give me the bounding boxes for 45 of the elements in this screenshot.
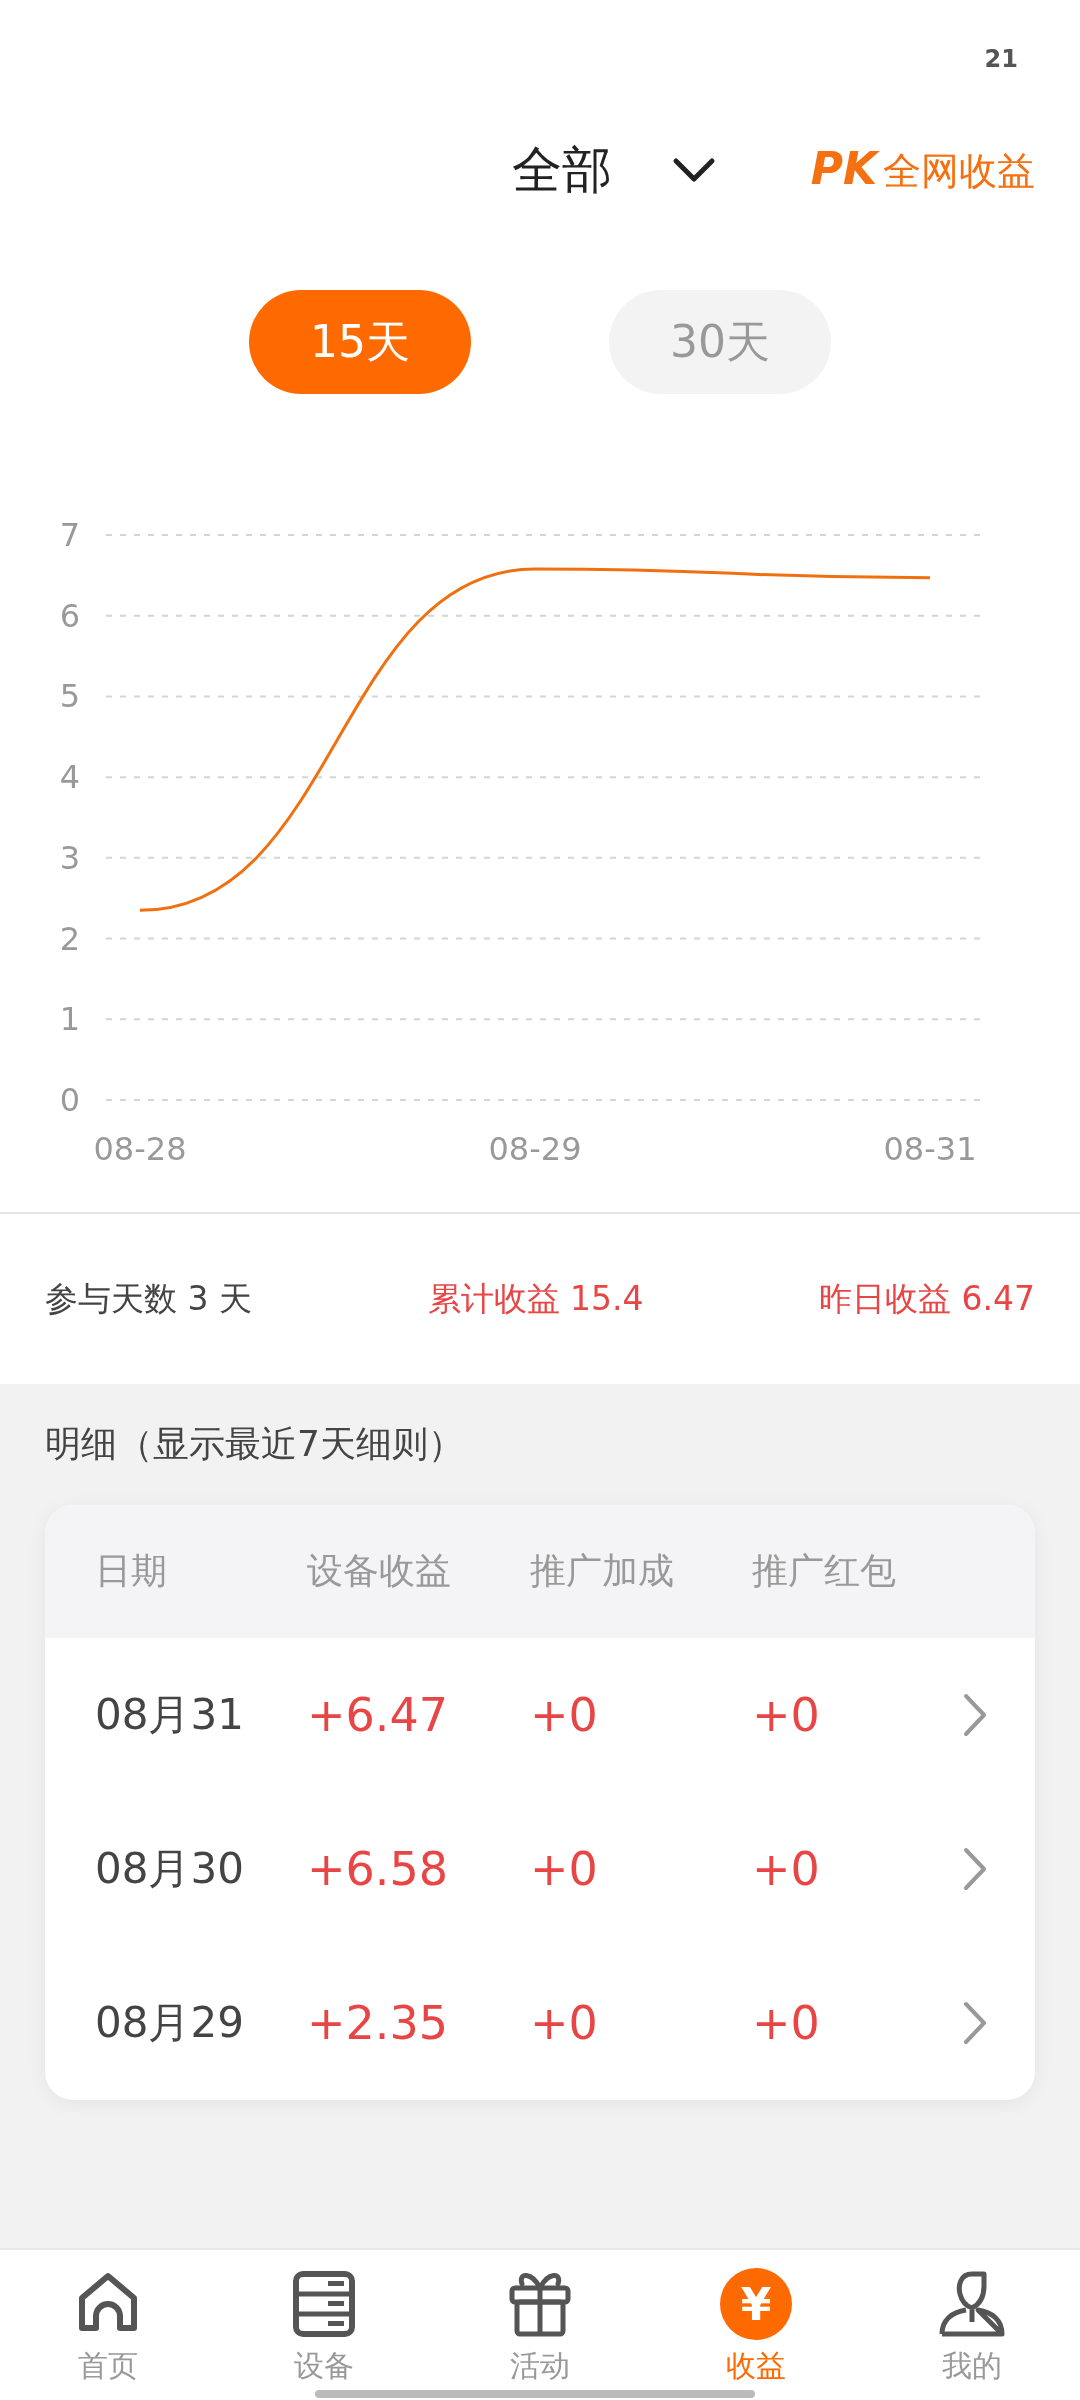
yesterday-earnings: 昨日收益 6.47 (819, 1277, 1035, 1320)
table-cell-text: +0 (530, 1996, 599, 2050)
chevron-right-icon[interactable] (962, 2000, 988, 2046)
nav-tab[interactable]: 首页 (0, 2250, 216, 2400)
nav-tab[interactable]: 设备 (216, 2250, 432, 2400)
column-header: 日期 (94, 1549, 168, 1593)
date-cell-text: 08月31 (94, 1689, 245, 1741)
y-axis-label: 0 (59, 1081, 80, 1119)
y-axis-label: 4 (59, 758, 80, 797)
column-header: 设备收益 (307, 1549, 452, 1593)
table-cell-text: +6.58 (307, 1842, 449, 1896)
chevron-right-icon[interactable] (962, 1846, 988, 1892)
y-axis-label: 5 (59, 677, 80, 716)
column-header: 推广红包 (752, 1549, 897, 1593)
x-axis-label: 08-28 (93, 1130, 187, 1168)
status-time: 21 (984, 45, 1018, 73)
nav-tab[interactable]: 我的 (864, 2250, 1080, 2400)
date-cell-text: 08月30 (94, 1843, 245, 1895)
y-axis-label: 6 (59, 596, 80, 635)
table-cell-text: +0 (752, 1842, 821, 1896)
table-cell-text: +0 (530, 1688, 599, 1742)
chevron-down-icon (671, 157, 716, 183)
participation-days: 参与天数 3 天 (45, 1276, 252, 1322)
y-axis-label: 3 (59, 838, 80, 877)
x-axis-label: 08-31 (883, 1130, 977, 1168)
date-cell-text: 08月29 (94, 1997, 245, 2049)
table-cell-text: +0 (752, 1996, 821, 2050)
yen-icon: ¥ (720, 2268, 792, 2340)
chevron-right-icon[interactable] (962, 1692, 988, 1738)
nav-tab[interactable]: 活动 (432, 2250, 648, 2400)
filter-dropdown[interactable]: 全部 (511, 136, 716, 204)
y-axis-label: 1 (59, 1000, 80, 1039)
table-cell-text: +0 (752, 1688, 821, 1742)
table-cell-text: +0 (530, 1842, 599, 1896)
pk-link[interactable]: 全网收益 (883, 146, 1035, 197)
details-title: 明细（显示最近7天细则） (45, 1422, 465, 1466)
period-tab[interactable]: 30天 (609, 290, 831, 394)
table-cell-text: +2.35 (307, 1996, 449, 2050)
table-cell-text: +6.47 (307, 1688, 449, 1742)
x-axis-label: 08-29 (488, 1130, 582, 1168)
column-header: 推广加成 (530, 1549, 675, 1593)
y-axis-label: 2 (59, 919, 80, 958)
total-earnings: 累计收益 15.4 (427, 1277, 644, 1320)
period-tab[interactable]: 15天 (249, 290, 471, 394)
y-axis-label: 7 (59, 516, 80, 554)
